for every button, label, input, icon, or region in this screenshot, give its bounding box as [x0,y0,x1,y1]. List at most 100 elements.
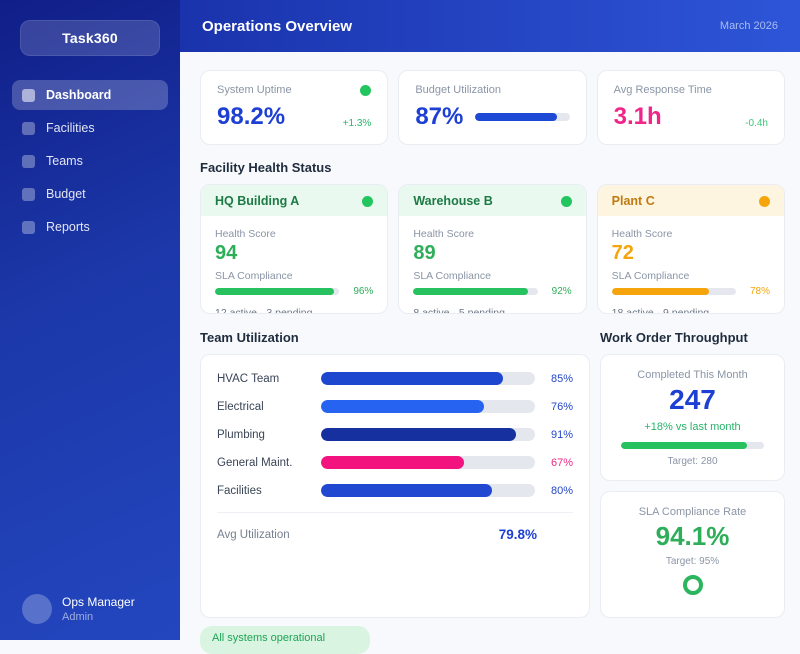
completed-this-month-card: Completed This Month 247 +18% vs last mo… [600,354,785,481]
sidebar-item-dashboard[interactable]: Dashboard [12,80,168,110]
kpi-row: System Uptime 98.2% +1.3% Budget Utiliza… [200,70,785,145]
status-dot-icon [758,195,770,207]
facility-section-title: Facility Health Status [200,160,332,175]
completed-value: 247 [669,384,716,415]
health-score-value: 94 [215,242,238,264]
utilization-percent: 80% [550,484,573,497]
sla-rate-label: SLA Compliance Rate [638,506,747,518]
kpi-card-avg-response-time: Avg Response Time 3.1h -0.4h [596,70,785,145]
utilization-bar-fill [321,484,493,497]
utilization-bar-fill [321,456,465,469]
sla-rate-target: Target: 95% [665,556,720,567]
completed-target: Target: 280 [667,456,718,467]
facility-card-warehouse-b: Warehouse B Health Score 89 SLA Complian… [398,184,587,314]
app-logo: Task360 [20,20,160,56]
team-name: Electrical [217,400,264,413]
health-score-label: Health Score [611,228,673,240]
sla-label: SLA Compliance [413,270,491,282]
budget-icon [22,187,35,201]
facility-workload: 12 active · 3 pending [215,307,313,314]
health-score-label: Health Score [413,228,475,240]
facility-card-plant-c: Plant C Health Score 72 SLA Compliance 7… [596,184,785,314]
sidebar-item-facilities[interactable]: Facilities [12,113,168,143]
sla-progress-bar [413,288,538,295]
sla-compliance-rate-card: SLA Compliance Rate 94.1% Target: 95% [600,491,785,618]
user-name: Ops Manager [62,595,135,609]
health-score-value: 72 [611,242,634,264]
sidebar-item-budget[interactable]: Budget [12,179,168,209]
utilization-bar [321,372,535,385]
team-row-general-maint: General Maint. 67% [217,456,573,469]
user-info: Ops Manager Admin [62,595,135,623]
sidebar: Task360 Dashboard Facilities Teams Budge… [0,0,180,640]
avg-utilization-label: Avg Utilization [217,528,290,541]
work-order-throughput-title: Work Order Throughput [600,330,748,345]
kpi-value: 98.2% [217,103,286,130]
kpi-label: System Uptime [217,84,292,96]
team-name: Plumbing [217,428,265,441]
sidebar-item-reports[interactable]: Reports [12,212,168,242]
kpi-card-system-uptime: System Uptime 98.2% +1.3% [200,70,389,145]
sla-progress-fill [413,288,528,295]
budget-progress-bar [475,113,570,121]
target-progress-fill [621,442,747,449]
team-name: HVAC Team [217,372,280,385]
team-name: General Maint. [217,456,293,469]
sla-label: SLA Compliance [215,270,293,282]
sla-percent: 78% [749,286,770,297]
progress-ring-icon [682,575,703,595]
kpi-delta: -0.4h [745,118,768,129]
main-area: Operations Overview March 2026 System Up… [180,0,800,654]
budget-progress-fill [475,113,558,121]
sla-rate-value: 94.1% [655,521,730,551]
bottom-grid: HVAC Team 85% Electrical 76% Plumbing 91… [200,354,785,618]
completed-delta: +18% vs last month [644,421,741,433]
utilization-bar [321,456,535,469]
health-score-value: 89 [413,242,436,264]
sla-progress-fill [215,288,335,295]
kpi-value: 87% [415,103,464,130]
utilization-percent: 91% [550,428,573,441]
app-logo-text: Task360 [62,30,118,46]
avg-utilization-value: 79.8% [498,527,537,542]
utilization-bar-fill [321,428,516,441]
dashboard-content: System Uptime 98.2% +1.3% Budget Utiliza… [180,52,800,654]
facility-name: Plant C [611,194,655,208]
facility-name: HQ Building A [215,194,300,208]
kpi-value: 3.1h [613,103,662,130]
sidebar-nav: Dashboard Facilities Teams Budget Report… [0,80,180,242]
kpi-label: Avg Response Time [613,84,712,96]
utilization-percent: 76% [550,400,573,413]
nav-label: Dashboard [46,88,112,102]
facility-name: Warehouse B [413,194,493,208]
status-dot-icon [360,84,372,96]
header-date: March 2026 [719,20,778,32]
sla-progress-bar [611,288,736,295]
avg-utilization-row: Avg Utilization 79.8% [217,512,573,556]
team-row-plumbing: Plumbing 91% [217,428,573,441]
kpi-label: Budget Utilization [415,84,501,96]
teams-icon [22,154,35,168]
team-name: Facilities [217,484,262,497]
status-dot-icon [560,195,572,207]
facility-card-hq-building-a: HQ Building A Health Score 94 SLA Compli… [200,184,389,314]
sidebar-item-teams[interactable]: Teams [12,146,168,176]
utilization-bar-fill [321,372,503,385]
utilization-percent: 67% [550,456,573,469]
reports-icon [22,220,35,234]
facility-workload: 18 active · 9 pending [611,307,710,314]
team-row-electrical: Electrical 76% [217,400,573,413]
kpi-delta: +1.3% [342,118,372,129]
nav-label: Facilities [46,121,95,135]
user-profile[interactable]: Ops Manager Admin [22,594,135,624]
team-row-hvac: HVAC Team 85% [217,372,573,385]
utilization-percent: 85% [550,372,573,385]
facilities-icon [22,121,35,135]
sla-percent: 92% [551,286,572,297]
health-score-label: Health Score [215,228,276,240]
target-progress-bar [621,442,764,449]
utilization-bar [321,484,535,497]
utilization-bar [321,428,535,441]
app-window: Task360 Dashboard Facilities Teams Budge… [0,0,800,654]
utilization-bar [321,400,535,413]
